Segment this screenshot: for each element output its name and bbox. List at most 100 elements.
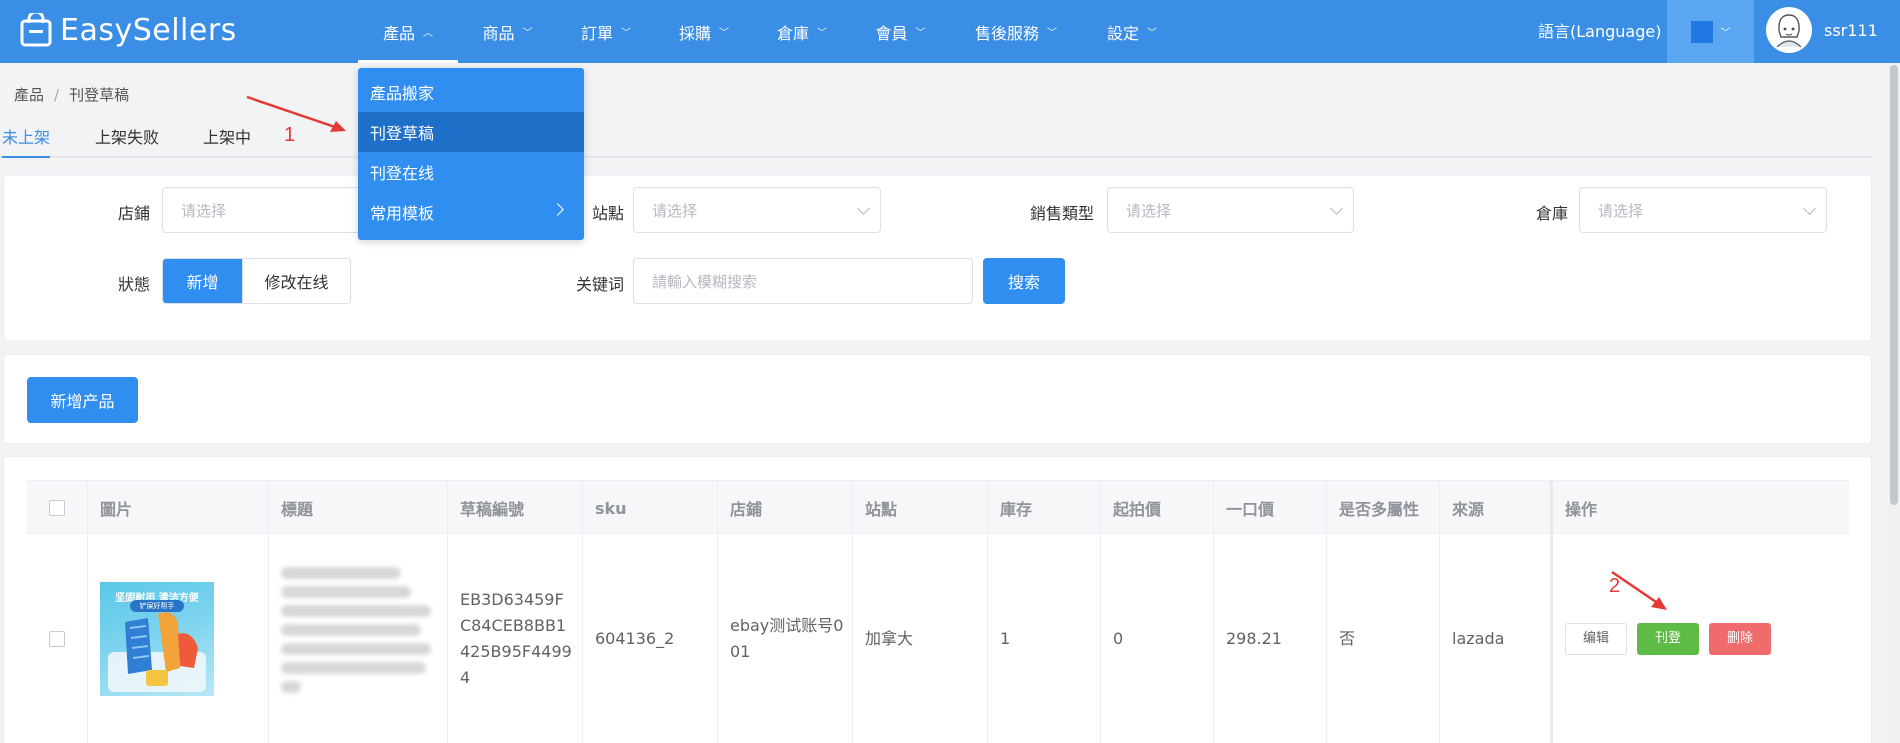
source-cell: lazada xyxy=(1440,534,1553,743)
store-select-placeholder: 请选择 xyxy=(181,201,227,220)
chevron-down-icon: ﹀ xyxy=(621,28,631,39)
actions-cell: 编辑 刊登 删除 xyxy=(1553,534,1849,743)
tab-listing-in-progress[interactable]: 上架中 xyxy=(203,124,251,158)
menu-item-product-migration[interactable]: 產品搬家 xyxy=(358,72,584,112)
sale-type-select-placeholder: 请选择 xyxy=(1126,201,1172,220)
language-label: 語言(Language) xyxy=(1538,22,1662,41)
logo-icon xyxy=(20,10,54,47)
store-label: 店鋪 xyxy=(117,204,150,223)
keyword-input-placeholder: 請輸入模糊搜索 xyxy=(652,272,758,291)
keyword-label: 关键词 xyxy=(575,275,624,294)
breadcrumb-root[interactable]: 產品 xyxy=(14,86,44,104)
redacted-line xyxy=(281,662,426,674)
stock-cell: 1 xyxy=(988,534,1101,743)
header-multi-attr: 是否多屬性 xyxy=(1327,481,1440,535)
status-label: 狀態 xyxy=(117,275,150,294)
nav-label: 訂單 xyxy=(580,23,613,43)
sku-cell: 604136_2 xyxy=(583,534,718,743)
breadcrumb-separator: / xyxy=(54,86,60,104)
nav-label: 商品 xyxy=(482,23,515,43)
redacted-line xyxy=(281,643,431,655)
tab-listing-failed[interactable]: 上架失败 xyxy=(95,124,159,158)
tab-unlisted[interactable]: 未上架 xyxy=(2,124,51,158)
publish-button[interactable]: 刊登 xyxy=(1637,623,1699,655)
table-body: 坚固耐用 清洁方便 铲屎好帮手 EB3D63459FC84CEB8BB1425B… xyxy=(27,534,1849,743)
top-navigation-bar: EasySellers 產品 ︿ 商品 ﹀ 訂單 ﹀ 採購 ﹀ 倉庫 ﹀ 會員 ﹀ 售後服務… xyxy=(0,0,1900,63)
multi-attr-cell: 否 xyxy=(1327,534,1440,743)
redacted-line xyxy=(281,586,411,598)
chevron-right-icon xyxy=(551,203,564,216)
draft-id-cell: EB3D63459FC84CEB8BB1425B95F44994 xyxy=(448,534,583,743)
add-product-button[interactable]: 新增产品 xyxy=(27,377,138,423)
search-button[interactable]: 搜索 xyxy=(983,258,1065,304)
chevron-up-icon: ︿ xyxy=(423,28,433,39)
avatar xyxy=(1766,7,1812,53)
store-select[interactable]: 请选择 xyxy=(162,187,372,233)
delete-button[interactable]: 删除 xyxy=(1709,623,1771,655)
warehouse-label: 倉庫 xyxy=(1535,204,1568,223)
nav-after-sales[interactable]: 售後服務 ﹀ xyxy=(950,0,1082,63)
warehouse-select[interactable]: 请选择 xyxy=(1579,187,1827,233)
header-sku: sku xyxy=(583,481,718,535)
start-price-cell: 0 xyxy=(1101,534,1214,743)
nav-goods[interactable]: 商品 ﹀ xyxy=(458,0,557,63)
nav-orders[interactable]: 訂單 ﹀ xyxy=(557,0,655,63)
header-image: 圖片 xyxy=(88,481,269,535)
nav-label: 會員 xyxy=(875,23,908,43)
header-store: 店鋪 xyxy=(718,481,853,535)
header-draft-id: 草稿編號 xyxy=(448,481,583,535)
chevron-down-icon: ﹀ xyxy=(1047,28,1057,39)
scrollbar-thumb[interactable] xyxy=(1890,65,1898,505)
chevron-down-icon: ﹀ xyxy=(817,28,827,39)
header-source: 來源 xyxy=(1440,481,1553,535)
select-all-checkbox[interactable] xyxy=(49,500,65,516)
main-nav: 產品 ︿ 商品 ﹀ 訂單 ﹀ 採購 ﹀ 倉庫 ﹀ 會員 ﹀ 售後服務 ﹀ 設定 ﹀ xyxy=(358,0,1182,63)
status-modify-online-button[interactable]: 修改在线 xyxy=(242,259,350,303)
row-checkbox[interactable] xyxy=(49,631,65,647)
warehouse-select-placeholder: 请选择 xyxy=(1598,201,1644,220)
sale-type-select[interactable]: 请选择 xyxy=(1107,187,1354,233)
language-switcher[interactable]: 語言(Language) xyxy=(1538,0,1661,60)
edit-button[interactable]: 编辑 xyxy=(1565,623,1627,655)
site-select[interactable]: 请选择 xyxy=(633,187,881,233)
nav-label: 倉庫 xyxy=(776,23,809,43)
status-new-button[interactable]: 新增 xyxy=(163,259,242,303)
nav-settings[interactable]: 設定 ﹀ xyxy=(1082,0,1182,63)
products-dropdown-menu: 產品搬家 刊登草稿 刊登在线 常用模板 xyxy=(358,68,584,240)
header-title: 標題 xyxy=(269,481,448,535)
redacted-line xyxy=(281,681,301,693)
keyword-input[interactable]: 請輸入模糊搜索 xyxy=(633,258,973,304)
nav-products[interactable]: 產品 ︿ xyxy=(358,0,458,63)
username: ssr111 xyxy=(1824,20,1878,40)
breadcrumb: 產品 / 刊登草稿 xyxy=(14,84,129,105)
menu-item-label: 常用模板 xyxy=(370,204,435,223)
store-cell: ebay测试账号001 xyxy=(718,534,853,743)
nav-purchase[interactable]: 採購 ﹀ xyxy=(655,0,753,63)
site-select-placeholder: 请选择 xyxy=(652,201,698,220)
chevron-down-icon xyxy=(1330,202,1343,215)
redacted-line xyxy=(281,567,401,579)
breadcrumb-current: 刊登草稿 xyxy=(69,86,130,104)
chevron-down-icon: ﹀ xyxy=(1147,28,1157,39)
user-menu[interactable]: ssr111 xyxy=(1766,7,1878,53)
logo-text: EasySellers xyxy=(60,12,237,48)
nav-label: 採購 xyxy=(678,23,711,43)
cat-litter-scoop-icon xyxy=(108,612,206,692)
nav-warehouse[interactable]: 倉庫 ﹀ xyxy=(753,0,851,63)
app-logo[interactable]: EasySellers xyxy=(20,10,237,50)
site-cell: 加拿大 xyxy=(853,534,988,743)
chevron-down-icon: ﹀ xyxy=(522,28,533,39)
product-thumbnail[interactable]: 坚固耐用 清洁方便 铲屎好帮手 xyxy=(100,582,214,696)
annotation-number-1: 1 xyxy=(284,124,296,146)
row-select-cell xyxy=(27,534,88,743)
chevron-down-icon xyxy=(857,202,870,215)
status-tabs: 未上架 上架失败 上架中 xyxy=(0,124,1872,158)
menu-item-common-templates[interactable]: 常用模板 xyxy=(358,192,584,232)
theme-color-picker[interactable]: ﹀ xyxy=(1667,0,1754,63)
header-site: 站點 xyxy=(853,481,988,535)
nav-members[interactable]: 會員 ﹀ xyxy=(851,0,950,63)
image-cell: 坚固耐用 清洁方便 铲屎好帮手 xyxy=(88,534,269,743)
menu-item-listing-drafts[interactable]: 刊登草稿 xyxy=(358,112,584,152)
page-scrollbar[interactable] xyxy=(1888,63,1900,743)
menu-item-listing-online[interactable]: 刊登在线 xyxy=(358,152,584,192)
